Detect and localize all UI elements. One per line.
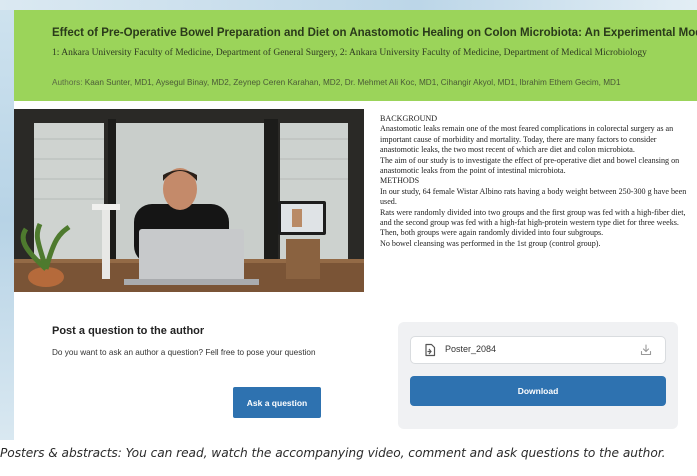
poster-affiliations: 1: Ankara University Faculty of Medicine… [52,48,647,58]
poster-title: Effect of Pre-Operative Bowel Preparatio… [52,27,697,39]
abstract-paragraph: Then, both groups were again randomly di… [380,228,604,238]
page-background-top [0,0,697,10]
file-item[interactable]: Poster_2084 [410,336,666,364]
file-name: Poster_2084 [445,344,497,354]
authors-list: Kaan Sunter, MD1, Aysegul Binay, MD2, Ze… [84,78,621,87]
ask-question-button[interactable]: Ask a question [233,387,321,418]
video-frame [14,109,364,292]
abstract-paragraph: Anastomotic leaks remain one of the most… [380,124,674,155]
abstract-paragraph: The aim of our study is to investigate t… [380,155,680,176]
video-player[interactable] [14,109,364,292]
authors-label: Authors: [52,78,83,87]
poster-card: Effect of Pre-Operative Bowel Preparatio… [14,10,697,440]
abstract-paragraph: No bowel cleansing was performed in the … [380,238,601,248]
question-title: Post a question to the author [52,325,205,337]
poster-header: Effect of Pre-Operative Bowel Preparatio… [14,10,697,101]
abstract-text: BACKGROUND Anastomotic leaks remain one … [380,114,692,249]
abstract-paragraph: and the second group was fed with a high… [380,218,679,228]
abstract-heading-methods: METHODS [380,176,420,186]
question-description: Do you want to ask an author a question?… [52,348,316,357]
abstract-paragraph: In our study, 64 female Wistar Albino ra… [380,186,687,207]
poster-authors: Authors: Kaan Sunter, MD1, Aysegul Binay… [52,78,692,87]
abstract-paragraph: Rats were randomly divided into two grou… [380,207,686,217]
page-background [0,0,14,440]
figure-caption: Posters & abstracts: You can read, watch… [0,446,666,460]
download-button[interactable]: Download [410,376,666,406]
file-icon [423,343,437,357]
download-panel: Poster_2084 Download [398,322,678,429]
abstract-heading-background: BACKGROUND [380,114,438,123]
download-icon[interactable] [639,343,653,357]
